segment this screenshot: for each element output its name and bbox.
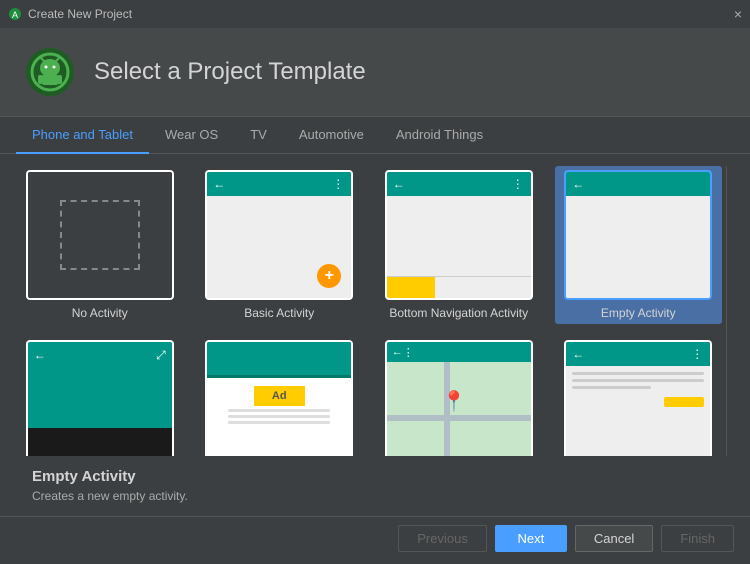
finish-button[interactable]: Finish — [661, 525, 734, 552]
templates-wrapper: No Activity ← ⋮ + — [16, 166, 734, 456]
template-empty-activity[interactable]: ← Empty Activity — [555, 166, 723, 324]
admob-ad-box: Ad — [254, 386, 305, 406]
fullscreen-bar — [28, 428, 172, 456]
footer: Previous Next Cancel Finish — [0, 516, 750, 564]
template-scrolling[interactable]: ← ⋮ Scrolling Activity — [555, 336, 723, 456]
basic-topbar: ← ⋮ — [207, 172, 351, 196]
empty-topbar: ← — [566, 172, 710, 196]
template-label-no-activity: No Activity — [72, 306, 128, 320]
admob-header — [207, 342, 351, 378]
dashed-rect — [60, 200, 140, 270]
description-area: Empty Activity Creates a new empty activ… — [16, 456, 734, 516]
template-label-bottom-nav: Bottom Navigation Activity — [389, 306, 528, 320]
close-button[interactable]: × — [734, 6, 742, 22]
tab-phone-tablet[interactable]: Phone and Tablet — [16, 117, 149, 154]
scrolling-content-area — [566, 366, 710, 456]
scrolling-topbar: ← ⋮ — [566, 342, 710, 366]
bottom-nav-graphic: ← ⋮ — [387, 172, 531, 298]
app-icon: A — [8, 7, 22, 21]
title-bar-left: A Create New Project — [8, 7, 132, 21]
back-arrow-icon3: ← — [572, 177, 584, 191]
cancel-button[interactable]: Cancel — [575, 525, 653, 552]
tab-bar: Phone and Tablet Wear OS TV Automotive A… — [0, 117, 750, 154]
fullscreen-graphic: ← ⤢ — [28, 342, 172, 456]
nav-item-3 — [483, 277, 531, 298]
template-thumb-empty: ← — [564, 170, 712, 300]
maps-dots-icon: ⋮ — [403, 346, 415, 359]
template-thumb-bottom-nav: ← ⋮ — [385, 170, 533, 300]
scrolling-graphic: ← ⋮ — [566, 342, 710, 456]
scrollbar-track[interactable] — [726, 166, 734, 456]
back-arrow-icon: ← — [213, 177, 225, 191]
android-studio-logo — [24, 46, 76, 98]
back-arrow-icon2: ← — [393, 177, 405, 191]
scrolling-dots-icon: ⋮ — [691, 347, 704, 361]
fab-icon: + — [317, 264, 341, 288]
template-basic-activity[interactable]: ← ⋮ + Basic Activity — [196, 166, 364, 324]
bottom-nav-bar — [387, 276, 531, 298]
template-fullscreen[interactable]: ← ⤢ Fullscreen Activity — [16, 336, 184, 456]
empty-content — [566, 196, 710, 298]
fullscreen-back-icon: ← — [34, 348, 46, 362]
template-thumb-admob: Ad — [205, 340, 353, 456]
maps-topbar: ← ⋮ — [387, 342, 531, 362]
admob-line-1 — [228, 409, 330, 412]
template-no-activity[interactable]: No Activity — [16, 166, 184, 324]
maps-graphic: ← ⋮ 📍 — [387, 342, 531, 456]
tab-tv[interactable]: TV — [234, 117, 283, 154]
title-bar-text: Create New Project — [28, 7, 132, 21]
template-label-empty: Empty Activity — [601, 306, 676, 320]
template-thumb-fullscreen: ← ⤢ — [26, 340, 174, 456]
next-button[interactable]: Next — [495, 525, 567, 552]
template-thumb-basic: ← ⋮ + — [205, 170, 353, 300]
templates-grid: No Activity ← ⋮ + — [16, 166, 726, 456]
nav-item-2 — [435, 277, 483, 298]
admob-content-area: Ad — [207, 378, 351, 456]
template-thumb-scrolling: ← ⋮ — [564, 340, 712, 456]
admob-graphic: Ad — [207, 342, 351, 456]
content-area: No Activity ← ⋮ + — [0, 154, 750, 516]
previous-button[interactable]: Previous — [398, 525, 487, 552]
scroll-line-1 — [572, 372, 704, 375]
dots-icon2: ⋮ — [512, 177, 525, 191]
basic-content: + — [207, 196, 351, 298]
maps-back-icon: ← — [392, 346, 403, 358]
scrolling-action-btn — [664, 397, 704, 407]
fullscreen-expand-icon: ⤢ — [156, 348, 166, 363]
maps-content: 📍 — [387, 362, 531, 456]
admob-line-3 — [228, 421, 330, 424]
header: Select a Project Template — [0, 28, 750, 117]
tab-wear-os[interactable]: Wear OS — [149, 117, 234, 154]
description-text: Creates a new empty activity. — [32, 489, 718, 503]
dialog-title: Select a Project Template — [94, 58, 366, 86]
nav-item-1 — [387, 277, 435, 298]
template-label-basic: Basic Activity — [244, 306, 314, 320]
svg-text:A: A — [12, 10, 18, 20]
empty-graphic: ← — [566, 172, 710, 298]
map-pin-icon: 📍 — [441, 389, 466, 414]
admob-line-2 — [228, 415, 330, 418]
scroll-line-2 — [572, 379, 704, 382]
dots-icon: ⋮ — [332, 177, 345, 191]
template-thumb-no-activity — [26, 170, 174, 300]
template-bottom-nav[interactable]: ← ⋮ Bottom Navigation Activity — [375, 166, 543, 324]
tab-android-things[interactable]: Android Things — [380, 117, 499, 154]
scrolling-back-icon: ← — [572, 347, 584, 361]
tab-automotive[interactable]: Automotive — [283, 117, 380, 154]
map-road-horizontal — [387, 415, 531, 421]
scroll-line-3 — [572, 386, 651, 389]
template-thumb-maps: ← ⋮ 📍 — [385, 340, 533, 456]
template-maps[interactable]: ← ⋮ 📍 Google Maps Activity — [375, 336, 543, 456]
description-title: Empty Activity — [32, 468, 718, 485]
title-bar: A Create New Project × — [0, 0, 750, 28]
basic-graphic: ← ⋮ + — [207, 172, 351, 298]
bottom-nav-topbar: ← ⋮ — [387, 172, 531, 196]
dialog: Select a Project Template Phone and Tabl… — [0, 28, 750, 564]
bottom-nav-content — [387, 196, 531, 276]
template-admob[interactable]: Ad Google AdMob Ads Activity — [196, 336, 364, 456]
no-activity-graphic — [28, 172, 172, 298]
